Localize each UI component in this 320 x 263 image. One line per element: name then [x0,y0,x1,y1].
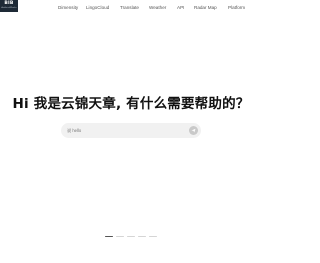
carousel-pager [105,236,157,238]
send-button[interactable] [189,126,198,135]
nav-item-lingocloud[interactable]: LingoCloud [86,5,109,10]
pager-dot[interactable] [116,236,124,238]
pager-dot[interactable] [149,236,157,238]
nav-item-dimensity[interactable]: Dimensity [58,5,78,10]
search-input[interactable] [65,124,183,137]
nav-item-platform[interactable]: Platform [228,5,245,10]
search-box [61,123,201,138]
nav-item-radar-map[interactable]: Radar Map [194,5,217,10]
nav-item-translate[interactable]: Translate [120,5,139,10]
logo-subtitle: ArtificialWorks [1,6,17,9]
hero-greeting: Hi 我是云锦天章, 有什么需要帮助的？ [12,96,250,112]
nav-item-api[interactable]: API [177,5,184,10]
brand-logo[interactable]: BIB ArtificialWorks [0,0,18,12]
pager-dot[interactable] [127,236,135,238]
send-icon [191,128,196,133]
top-nav-bar: BIB ArtificialWorks Dimensity LingoCloud… [0,0,262,14]
pager-dot[interactable] [138,236,146,238]
nav-item-weather[interactable]: Weather [149,5,166,10]
pager-dot[interactable] [105,236,113,238]
